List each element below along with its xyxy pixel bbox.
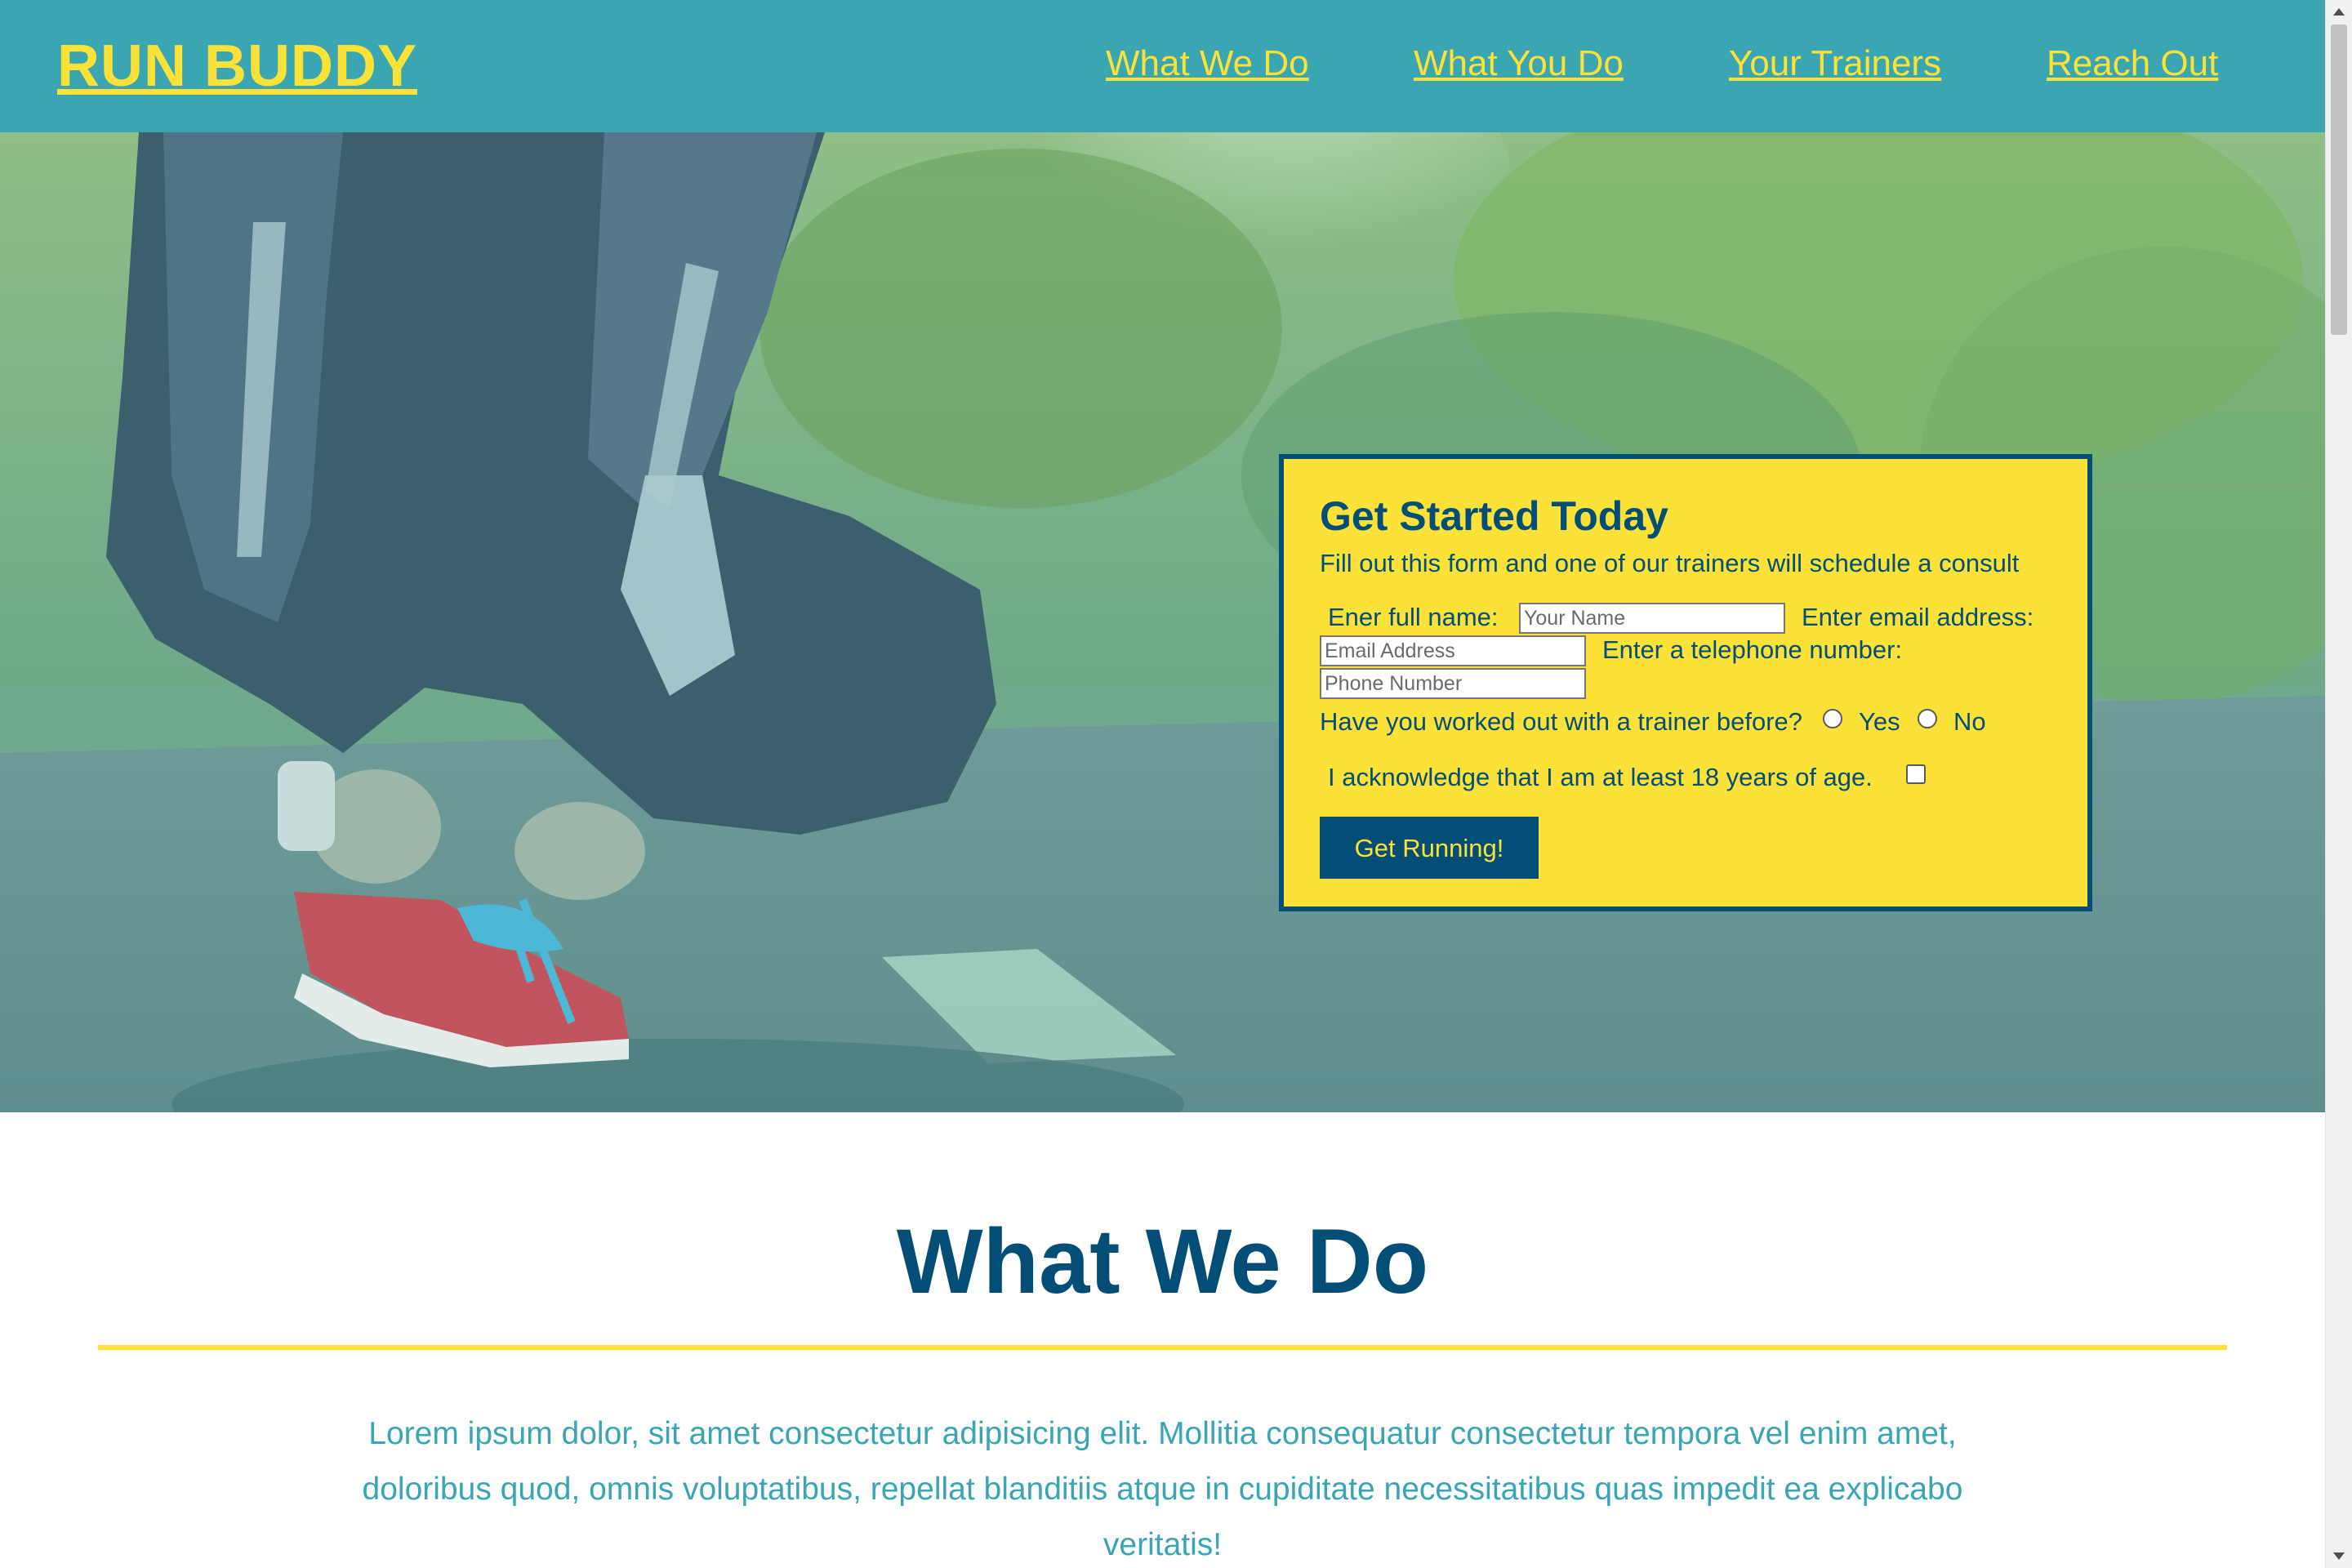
age-ack-checkbox[interactable]	[1906, 764, 1926, 784]
email-input[interactable]	[1320, 635, 1586, 666]
logo-link[interactable]: RUN BUDDY	[57, 29, 417, 103]
scroll-up-arrow-icon[interactable]	[2333, 8, 2345, 16]
scrollbar-thumb[interactable]	[2331, 24, 2347, 335]
nav-link-your-trainers[interactable]: Your Trainers	[1729, 41, 1941, 87]
radio-yes[interactable]	[1823, 709, 1842, 728]
nav-link-what-we-do[interactable]: What We Do	[1106, 41, 1309, 87]
what-we-do-heading: What We Do	[896, 1210, 1429, 1312]
what-we-do-text: Lorem ipsum dolor, sit amet consectetur …	[362, 1416, 1963, 1562]
phone-label: Enter a telephone number:	[1602, 635, 1903, 664]
vertical-scrollbar[interactable]	[2325, 0, 2352, 1568]
form-title: Get Started Today	[1320, 493, 1668, 539]
email-label: Enter email address:	[1802, 603, 2034, 631]
scroll-down-arrow-icon[interactable]	[2333, 1552, 2345, 1560]
radio-no[interactable]	[1918, 709, 1937, 728]
trainer-question-label: Have you worked out with a trainer befor…	[1320, 707, 1803, 736]
nav-link-what-you-do[interactable]: What You Do	[1414, 41, 1624, 87]
get-running-button[interactable]: Get Running!	[1320, 817, 1539, 879]
name-label: Ener full name:	[1328, 603, 1499, 631]
form-subtitle: Fill out this form and one of our traine…	[1320, 549, 2020, 577]
nav-link-reach-out[interactable]: Reach Out	[2047, 41, 2218, 87]
site-header: RUN BUDDY What We Do What You Do Your Tr…	[0, 0, 2325, 132]
section-divider	[98, 1345, 2227, 1350]
page: RUN BUDDY What We Do What You Do Your Tr…	[0, 0, 2325, 1568]
age-ack-label: I acknowledge that I am at least 18 year…	[1328, 763, 1873, 791]
radio-no-label: No	[1953, 707, 1986, 736]
phone-input[interactable]	[1320, 668, 1586, 699]
radio-yes-label: Yes	[1859, 707, 1900, 736]
name-input[interactable]	[1519, 603, 1785, 634]
signup-form-card: Get Started Today Fill out this form and…	[1279, 454, 2092, 911]
